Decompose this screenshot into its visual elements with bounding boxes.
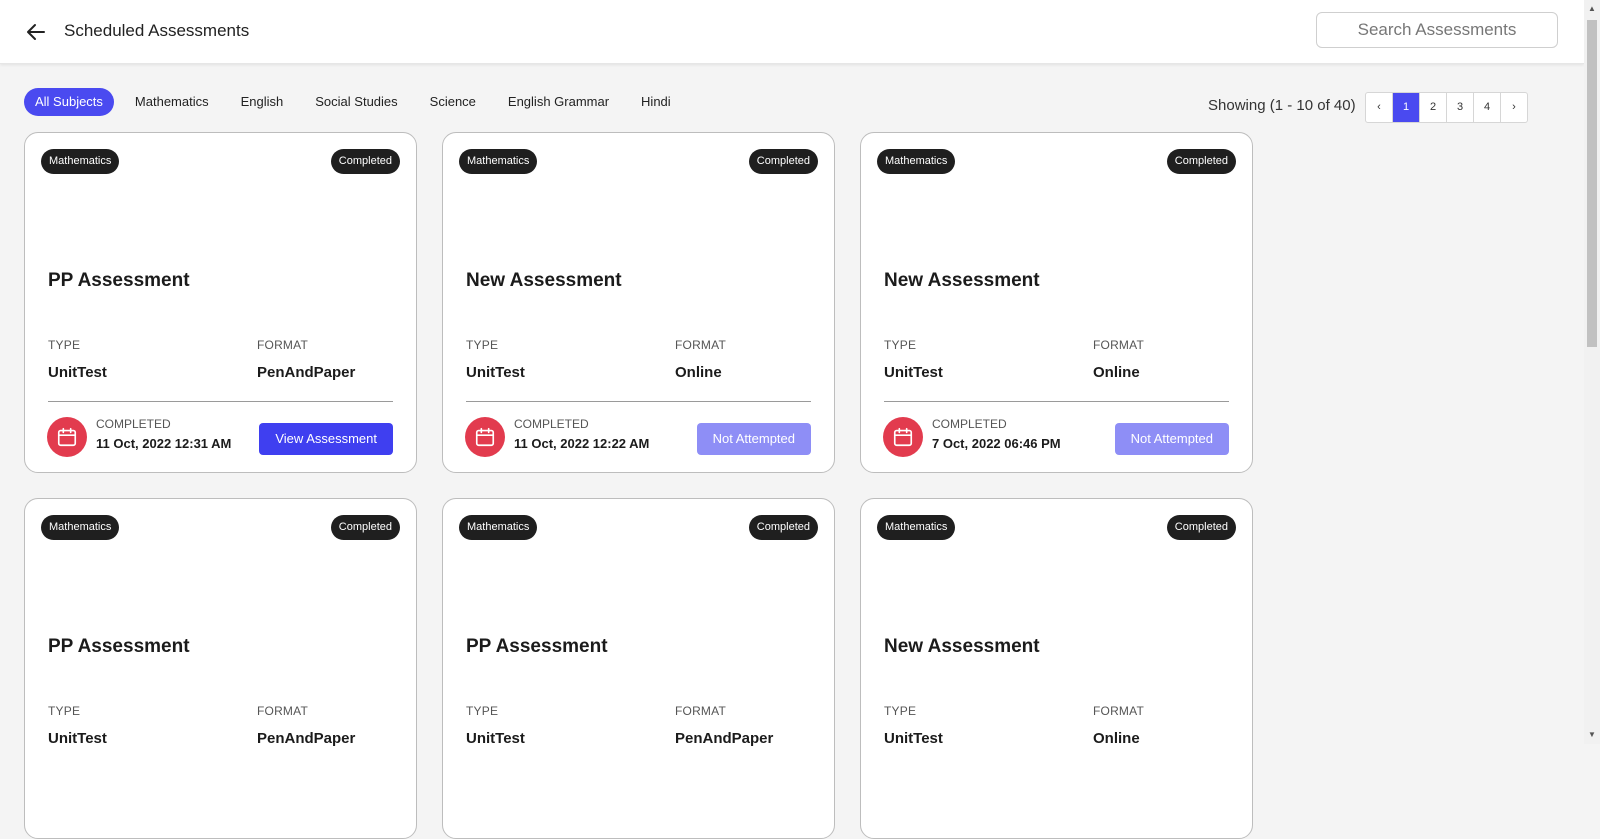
subject-badge: Mathematics	[459, 149, 538, 174]
subject-badge: Mathematics	[41, 515, 120, 540]
assessment-card[interactable]: Mathematics Completed New Assessment TYP…	[860, 132, 1253, 473]
type-value: UnitTest	[466, 364, 525, 381]
tab-all-subjects[interactable]: All Subjects	[24, 88, 114, 116]
status-badge: Completed	[1166, 149, 1236, 174]
scroll-thumb[interactable]	[1587, 20, 1597, 347]
completed-label: COMPLETED	[96, 417, 171, 431]
search-input[interactable]	[1316, 12, 1558, 48]
type-value: UnitTest	[466, 730, 525, 747]
status-badge: Completed	[330, 515, 400, 540]
type-label: TYPE	[466, 704, 499, 718]
prev-page-button[interactable]: ‹	[1366, 93, 1393, 122]
format-label: FORMAT	[257, 704, 308, 718]
assessment-card[interactable]: Mathematics Completed PP Assessment TYPE…	[24, 498, 417, 839]
type-value: UnitTest	[884, 364, 943, 381]
status-badge: Completed	[748, 149, 818, 174]
assessment-title: New Assessment	[466, 270, 622, 291]
format-value: Online	[1093, 730, 1140, 747]
status-badge: Completed	[330, 149, 400, 174]
page-scrollbar[interactable]: ▲ ▼	[1584, 0, 1600, 744]
calendar-icon	[883, 417, 923, 457]
results-count: Showing (1 - 10 of 40)	[1208, 97, 1356, 114]
assessment-card[interactable]: Mathematics Completed New Assessment TYP…	[860, 498, 1253, 839]
assessment-title: PP Assessment	[48, 636, 190, 657]
type-label: TYPE	[48, 338, 81, 352]
format-value: PenAndPaper	[257, 730, 356, 747]
status-badge: Completed	[748, 515, 818, 540]
top-bar: Scheduled Assessments	[0, 0, 1584, 64]
subject-badge: Mathematics	[41, 149, 120, 174]
type-label: TYPE	[884, 704, 917, 718]
next-page-button[interactable]: ›	[1501, 93, 1527, 122]
card-divider	[884, 401, 1229, 402]
calendar-icon	[465, 417, 505, 457]
subject-filter-tabs: All Subjects Mathematics English Social …	[24, 88, 692, 116]
not-attempted-button[interactable]: Not Attempted	[1114, 423, 1229, 455]
card-divider	[48, 401, 393, 402]
format-label: FORMAT	[1093, 338, 1144, 352]
assessment-title: PP Assessment	[48, 270, 190, 291]
assessment-title: New Assessment	[884, 636, 1040, 657]
type-value: UnitTest	[48, 730, 107, 747]
tab-english[interactable]: English	[230, 88, 295, 116]
format-label: FORMAT	[675, 704, 726, 718]
assessment-card[interactable]: Mathematics Completed New Assessment TYP…	[442, 132, 835, 473]
subject-badge: Mathematics	[459, 515, 538, 540]
page-1-button[interactable]: 1	[1393, 93, 1420, 122]
tab-mathematics[interactable]: Mathematics	[124, 88, 220, 116]
tab-science[interactable]: Science	[419, 88, 487, 116]
format-label: FORMAT	[257, 338, 308, 352]
format-value: PenAndPaper	[257, 364, 356, 381]
format-value: Online	[1093, 364, 1140, 381]
back-arrow-icon[interactable]	[24, 20, 48, 44]
subject-badge: Mathematics	[877, 515, 956, 540]
assessment-card[interactable]: Mathematics Completed PP Assessment TYPE…	[442, 498, 835, 839]
type-value: UnitTest	[48, 364, 107, 381]
assessment-title: New Assessment	[884, 270, 1040, 291]
page-3-button[interactable]: 3	[1447, 93, 1474, 122]
tab-social-studies[interactable]: Social Studies	[304, 88, 408, 116]
card-divider	[466, 401, 811, 402]
page-title: Scheduled Assessments	[64, 21, 250, 40]
assessment-card[interactable]: Mathematics Completed PP Assessment TYPE…	[24, 132, 417, 473]
status-badge: Completed	[1166, 515, 1236, 540]
format-value: PenAndPaper	[675, 730, 774, 747]
completed-label: COMPLETED	[514, 417, 589, 431]
pagination: ‹ 1 2 3 4 ›	[1365, 92, 1528, 123]
not-attempted-button[interactable]: Not Attempted	[696, 423, 811, 455]
scroll-up-icon[interactable]: ▲	[1587, 4, 1597, 14]
calendar-icon	[47, 417, 87, 457]
completed-date: 11 Oct, 2022 12:31 AM	[96, 436, 232, 451]
page-4-button[interactable]: 4	[1474, 93, 1501, 122]
completed-date: 7 Oct, 2022 06:46 PM	[932, 436, 1061, 451]
assessment-title: PP Assessment	[466, 636, 608, 657]
page-2-button[interactable]: 2	[1420, 93, 1447, 122]
scroll-down-icon[interactable]: ▼	[1587, 730, 1597, 740]
view-assessment-button[interactable]: View Assessment	[259, 423, 393, 455]
subject-badge: Mathematics	[877, 149, 956, 174]
format-value: Online	[675, 364, 722, 381]
completed-label: COMPLETED	[932, 417, 1007, 431]
type-label: TYPE	[884, 338, 917, 352]
format-label: FORMAT	[675, 338, 726, 352]
tab-english-grammar[interactable]: English Grammar	[497, 88, 620, 116]
tab-hindi[interactable]: Hindi	[630, 88, 682, 116]
completed-date: 11 Oct, 2022 12:22 AM	[514, 436, 650, 451]
type-label: TYPE	[48, 704, 81, 718]
format-label: FORMAT	[1093, 704, 1144, 718]
type-value: UnitTest	[884, 730, 943, 747]
type-label: TYPE	[466, 338, 499, 352]
